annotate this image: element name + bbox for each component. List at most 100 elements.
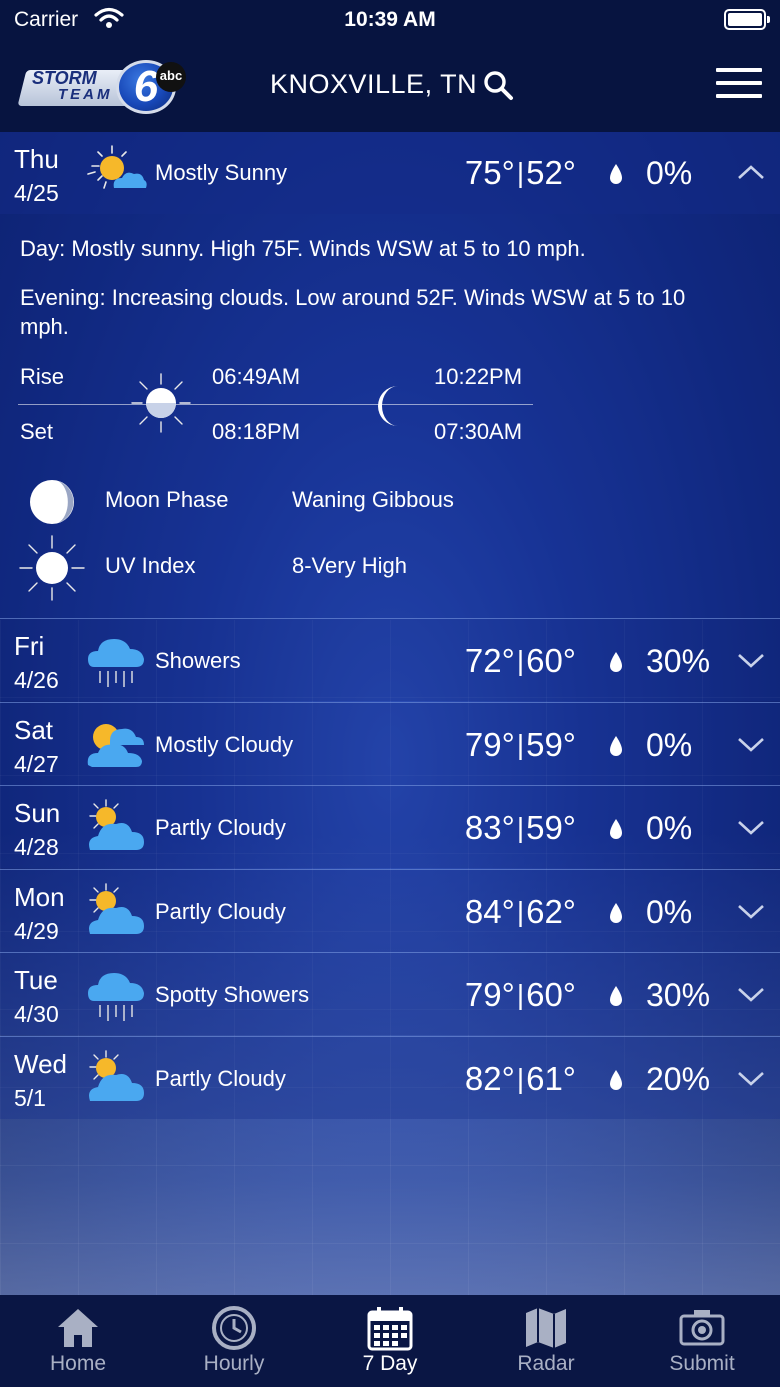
tab-radar-label: Radar (517, 1352, 575, 1375)
tab-home-label: Home (49, 1352, 107, 1375)
sun-icon (131, 373, 191, 433)
tab-hourly-label: Hourly (203, 1352, 265, 1375)
row-date: 4/27 (14, 750, 59, 777)
tab-home[interactable]: Home (0, 1295, 156, 1387)
chevron-down-icon[interactable] (736, 902, 766, 922)
partly-cloudy-icon (89, 799, 144, 851)
temp-separator: | (516, 979, 525, 1011)
tab-radar[interactable]: Radar (468, 1295, 624, 1387)
row-high: 84° (464, 892, 515, 930)
row-date: 4/30 (14, 1001, 59, 1028)
row-day-of-week: Mon (14, 881, 65, 912)
raindrop-icon (610, 986, 622, 1007)
row-condition: Partly Cloudy (155, 1066, 286, 1091)
evening-description-label: Evening (20, 285, 100, 310)
temp-separator: | (516, 645, 525, 676)
row-condition: Partly Cloudy (155, 815, 286, 841)
day-date: 4/25 (14, 180, 59, 206)
row-date: 5/1 (14, 1085, 46, 1111)
temp-separator: | (516, 895, 525, 927)
location-title[interactable]: KNOXVILLE, TN (270, 69, 477, 100)
day-description: Day: Mostly sunny. High 75F. Winds WSW a… (20, 234, 740, 263)
row-low: 59° (526, 725, 576, 763)
weather-app: Carrier 10:39 AM STORM TEAM 6 abc KNOXVI… (0, 0, 780, 1387)
row-temps: 83°|59° (465, 809, 576, 847)
row-date: 4/29 (14, 917, 59, 944)
map-icon (526, 1308, 566, 1348)
clock-time: 10:39 AM (344, 8, 436, 31)
chevron-up-icon[interactable] (736, 162, 766, 182)
forecast-row[interactable]: Fri 4/26 Showers 72°|60° 30% (0, 618, 780, 701)
row-temps: 79°|60° (465, 976, 576, 1014)
battery-icon (724, 9, 770, 30)
tab-7-day[interactable]: 7 Day (312, 1295, 468, 1387)
rain-cloud-icon (88, 639, 144, 687)
logo-line2: TEAM (58, 86, 113, 103)
rise-set-divider (18, 404, 533, 405)
rain-cloud-icon (88, 973, 144, 1022)
forecast-row[interactable]: Tue 4/30 Spotty Showers 79°|60° 30% (0, 952, 780, 1036)
temp-separator: | (516, 812, 525, 844)
temp-separator: | (516, 1063, 525, 1094)
row-low: 59° (526, 809, 576, 847)
row-temps: 72°|60° (465, 642, 576, 680)
forecast-row[interactable]: Sat 4/27 Mostly Cloudy 79°|59° 0% (0, 701, 780, 785)
raindrop-icon (610, 902, 622, 923)
row-high: 79° (464, 976, 515, 1014)
raindrop-icon (610, 1070, 622, 1090)
partly-cloudy-icon (89, 883, 144, 934)
calendar-icon (367, 1307, 413, 1351)
chevron-down-icon[interactable] (736, 735, 766, 755)
row-high: 82° (464, 1060, 515, 1097)
row-condition: Spotty Showers (155, 982, 310, 1008)
forecast-row[interactable]: Wed 5/1 Partly Cloudy 82°|61° 20% (0, 1036, 780, 1119)
row-high: 83° (464, 809, 515, 847)
search-icon[interactable] (482, 69, 514, 101)
raindrop-icon (610, 735, 622, 756)
row-precip: 0% (646, 810, 693, 847)
moonrise-time: 10:22PM (434, 364, 523, 389)
raindrop-icon (610, 652, 622, 672)
row-precip: 0% (646, 893, 693, 930)
moon-phase-value: Waning Gibbous (292, 487, 454, 512)
tab-submit[interactable]: Submit (624, 1295, 780, 1387)
chevron-down-icon[interactable] (736, 1069, 766, 1089)
row-temps: 84°|62° (465, 893, 576, 931)
rise-label: Rise (20, 364, 65, 389)
forecast-row[interactable]: Mon 4/29 Partly Cloudy 84°|62° 0% (0, 868, 780, 952)
row-day-of-week: Sat (14, 714, 54, 745)
uv-sun-icon (19, 535, 85, 601)
status-bar: Carrier 10:39 AM (0, 0, 780, 42)
evening-description: Evening: Increasing clouds. Low around 5… (20, 283, 740, 341)
row-day-of-week: Tue (14, 965, 58, 996)
row-date: 4/28 (14, 834, 59, 861)
expanded-day-header[interactable]: Thu 4/25 Mostly Sunny 75°|52° 0% (0, 132, 780, 214)
row-precip: 20% (646, 1061, 711, 1097)
row-condition: Showers (155, 648, 241, 673)
sunrise-time: 06:49AM (212, 364, 301, 389)
storm-team-logo[interactable]: STORM TEAM 6 abc (17, 58, 186, 114)
cloud-sun-icon (87, 723, 144, 767)
chevron-down-icon[interactable] (736, 651, 766, 671)
row-day-of-week: Wed (14, 1049, 67, 1079)
tab-hourly[interactable]: Hourly (156, 1295, 312, 1387)
row-low: 61° (526, 1060, 576, 1097)
tab-submit-label: Submit (669, 1352, 735, 1375)
row-precip: 30% (646, 643, 711, 679)
row-temps: 79°|59° (465, 726, 576, 764)
row-condition: Partly Cloudy (155, 898, 286, 924)
row-high: 79° (464, 725, 515, 763)
tab-7-day-label: 7 Day (362, 1352, 418, 1375)
row-low: 60° (526, 642, 576, 679)
moon-phase-icon (30, 480, 74, 524)
chevron-down-icon[interactable] (736, 818, 766, 838)
moon-icon (378, 386, 398, 426)
row-precip: 0% (646, 726, 693, 763)
forecast-row[interactable]: Sun 4/28 Partly Cloudy 83°|59° 0% (0, 785, 780, 869)
hamburger-menu-icon[interactable] (716, 68, 762, 102)
expanded-day-details: Day: Mostly sunny. High 75F. Winds WSW a… (0, 214, 780, 618)
day-condition: Mostly Sunny (155, 160, 288, 185)
camera-icon (679, 1310, 725, 1346)
row-date: 4/26 (14, 667, 59, 693)
chevron-down-icon[interactable] (736, 985, 766, 1005)
